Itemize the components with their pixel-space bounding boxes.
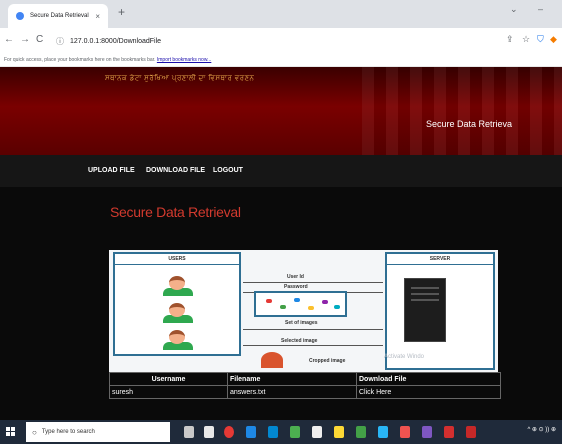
- taskbar-search-input[interactable]: ○ Type here to search: [26, 422, 170, 442]
- nav-logout[interactable]: LOGOUT: [213, 167, 243, 174]
- close-tab-icon[interactable]: ×: [95, 12, 100, 21]
- minimize-icon[interactable]: –: [538, 4, 543, 14]
- nav-download-file[interactable]: DOWNLOAD FILE: [146, 167, 205, 174]
- cell-username: suresh: [109, 385, 228, 399]
- folder-icon[interactable]: [334, 426, 344, 438]
- app-icon[interactable]: [422, 426, 432, 438]
- bookmark-star-icon[interactable]: ☆: [522, 34, 530, 45]
- url-text: 127.0.0.1:8000/DownloadFile: [70, 37, 162, 45]
- cropped-image-icon: [261, 352, 283, 368]
- back-icon[interactable]: ←: [4, 34, 14, 45]
- extension-shield-icon[interactable]: ⛉: [537, 34, 544, 45]
- server-label: SERVER: [387, 254, 493, 265]
- task-view-icon[interactable]: [184, 426, 194, 438]
- tab-title: Secure Data Retrieval: [30, 13, 89, 19]
- chevron-down-icon[interactable]: ⌄: [510, 4, 518, 15]
- server-tower-icon: [404, 278, 446, 342]
- windows-start-icon[interactable]: [6, 427, 16, 437]
- step-cropped-image: Cropped image: [309, 358, 346, 364]
- users-panel: USERS: [113, 252, 241, 356]
- col-filename: Filename: [227, 372, 357, 386]
- nav-upload-file[interactable]: UPLOAD FILE: [88, 167, 135, 174]
- step-user-id: User Id: [287, 274, 304, 280]
- users-label: USERS: [115, 254, 239, 265]
- app-icon[interactable]: [356, 426, 366, 438]
- extension-fox-icon[interactable]: ◆: [550, 34, 557, 45]
- site-info-icon[interactable]: ⓘ: [56, 36, 64, 47]
- step-password: Password: [284, 284, 308, 290]
- new-tab-button[interactable]: +: [118, 5, 125, 19]
- image-set-box: [254, 291, 347, 317]
- flow-arrow: [243, 329, 383, 330]
- header-marquee-text: ਸਥਾਨਕ ਡੇਟਾ ਸੁਰੱਖਿਆ ਪ੍ਰਣਾਲੀ ਦਾ ਵਿਸਥਾਰ ਵਰਣ…: [105, 75, 255, 82]
- user-avatar-icon: [161, 330, 195, 350]
- cell-filename: answers.txt: [227, 385, 357, 399]
- search-placeholder: Type here to search: [41, 429, 95, 435]
- page: ਸਥਾਨਕ ਡੇਟਾ ਸੁਰੱਖਿਆ ਪ੍ਰਣਾਲੀ ਦਾ ਵਿਸਥਾਰ ਵਰਣ…: [0, 67, 562, 420]
- flow-arrow: [243, 282, 383, 283]
- tab-strip: Secure Data Retrieval × + ⌄ –: [0, 0, 562, 28]
- col-username: Username: [109, 372, 228, 386]
- forward-icon[interactable]: →: [20, 34, 30, 45]
- nav-menu: UPLOAD FILE DOWNLOAD FILE LOGOUT: [0, 155, 562, 187]
- url-field[interactable]: ⓘ 127.0.0.1:8000/DownloadFile: [56, 32, 496, 50]
- page-title: Secure Data Retrieval: [110, 204, 241, 220]
- site-brand: Secure Data Retrieva: [426, 119, 513, 129]
- browser-tab[interactable]: Secure Data Retrieval ×: [8, 4, 108, 28]
- table-row: suresh answers.txt Click Here: [109, 385, 501, 399]
- architecture-diagram: USERS User Id Password Set of images Sel…: [109, 250, 498, 372]
- edge-icon[interactable]: [246, 426, 256, 438]
- favicon-icon: [16, 12, 24, 20]
- site-header: ਸਥਾਨਕ ਡੇਟਾ ਸੁਰੱਖਿਆ ਪ੍ਰਣਾਲੀ ਦਾ ਵਿਸਥਾਰ ਵਰਣ…: [0, 67, 562, 155]
- file-explorer-icon[interactable]: [204, 426, 214, 438]
- activate-windows-watermark: Activate Windo: [384, 354, 425, 360]
- reload-icon[interactable]: C: [36, 34, 43, 45]
- pdf-icon[interactable]: [444, 426, 454, 438]
- app-icon[interactable]: [400, 426, 410, 438]
- app-icon[interactable]: [312, 426, 322, 438]
- chrome-icon[interactable]: [224, 426, 234, 438]
- step-selected-image: Selected image: [281, 338, 318, 344]
- download-table: Username Filename Download File suresh a…: [109, 372, 501, 399]
- store-icon[interactable]: [268, 426, 278, 438]
- download-link[interactable]: Click Here: [356, 385, 501, 399]
- user-avatar-icon: [161, 303, 195, 323]
- search-icon: ○: [32, 427, 37, 437]
- address-bar-row: ← → C ⓘ 127.0.0.1:8000/DownloadFile ⇪ ☆ …: [0, 28, 562, 55]
- flow-arrow: [243, 345, 383, 346]
- bookmarks-hint: For quick access, place your bookmarks h…: [4, 57, 156, 63]
- header-pattern: [362, 67, 562, 155]
- taskbar: ○ Type here to search ^ ⊕ ⊙ )) ⊕: [0, 420, 562, 444]
- app-icon[interactable]: [290, 426, 300, 438]
- app-icon[interactable]: [378, 426, 388, 438]
- user-avatar-icon: [161, 276, 195, 296]
- import-bookmarks-link[interactable]: Import bookmarks now...: [157, 57, 211, 63]
- bookmarks-bar: For quick access, place your bookmarks h…: [0, 54, 562, 67]
- step-set-of-images: Set of images: [285, 320, 318, 326]
- table-header-row: Username Filename Download File: [109, 372, 501, 386]
- col-download-file: Download File: [356, 372, 501, 386]
- share-icon[interactable]: ⇪: [506, 34, 514, 45]
- app-icon[interactable]: [466, 426, 476, 438]
- system-tray[interactable]: ^ ⊕ ⊙ )) ⊕: [527, 426, 556, 433]
